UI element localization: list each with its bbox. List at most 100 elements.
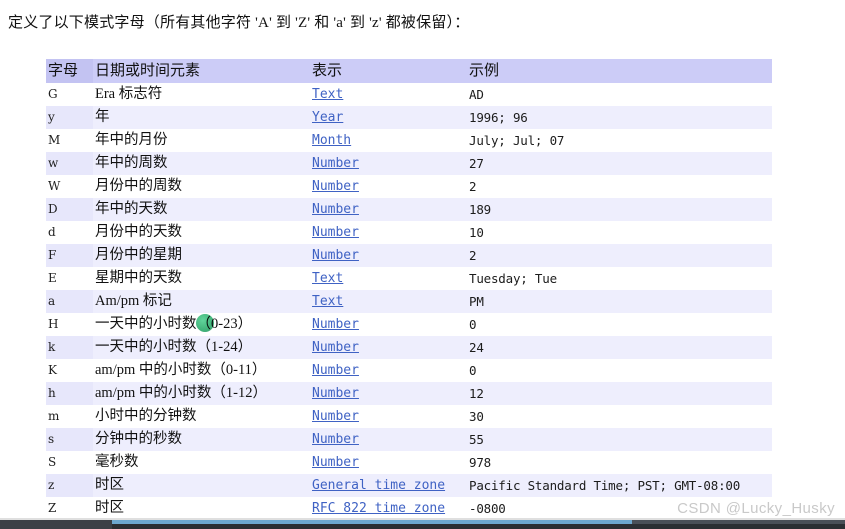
table-row: F 月份中的星期 Number 2 [46, 244, 772, 267]
presentation-link[interactable]: RFC 822 time zone [312, 501, 445, 516]
cell-element: am/pm 中的小时数（1-12） [93, 382, 310, 405]
table-row: y 年 Year 1996; 96 [46, 106, 772, 129]
table-row: E 星期中的天数 Text Tuesday; Tue [46, 267, 772, 290]
table-row: Kam/pm 中的小时数（0-11） Number 0 [46, 359, 772, 382]
presentation-link[interactable]: Text [312, 271, 343, 286]
cell-example: Pacific Standard Time; PST; GMT-08:00 [467, 474, 772, 497]
taskbar-segment [0, 520, 112, 529]
table-row: a Am/pm 标记 Text PM [46, 290, 772, 313]
cell-presentation: Text [310, 290, 467, 313]
cell-element: 星期中的天数 [95, 270, 182, 286]
cell-presentation: Month [310, 129, 467, 152]
cell-presentation: Number [310, 451, 467, 474]
cell-example: 189 [467, 198, 772, 221]
cell-presentation: Number [310, 313, 467, 336]
column-header-example: 示例 [467, 59, 772, 83]
cell-presentation: Number [310, 382, 467, 405]
presentation-link[interactable]: Number [312, 202, 359, 217]
column-header-presentation: 表示 [310, 59, 467, 83]
cell-element: 月份中的星期 [93, 244, 310, 267]
cell-presentation: Number [310, 244, 467, 267]
presentation-link[interactable]: Month [312, 133, 351, 148]
bottom-chrome-bar [0, 520, 845, 529]
cell-letter: F [46, 244, 93, 267]
column-header-letter: 字母 [46, 59, 93, 83]
cell-letter: H [48, 317, 59, 331]
table-row: Z 时区 RFC 822 time zone -0800 [46, 497, 772, 520]
cell-letter: G [48, 87, 58, 101]
cell-element: 年中的月份 [95, 132, 168, 148]
cell-element: 小时中的分钟数 [95, 408, 197, 424]
column-header-element: 日期或时间元素 [93, 59, 310, 83]
cell-example: PM [467, 290, 772, 313]
table-row: w 年中的周数 Number 27 [46, 152, 772, 175]
cell-element: 分钟中的秒数 [93, 428, 310, 451]
presentation-link[interactable]: Text [312, 87, 343, 102]
cell-presentation: Number [310, 405, 467, 428]
table-row: z 时区 General time zone Pacific Standard Tim… [46, 474, 772, 497]
table-row: D 年中的天数 Number 189 [46, 198, 772, 221]
cell-presentation: RFC 822 time zone [310, 497, 467, 520]
cell-element: Am/pm 标记 [93, 290, 310, 313]
presentation-link[interactable]: Number [312, 455, 359, 470]
horizontal-scroll-track[interactable] [632, 520, 845, 524]
horizontal-scroll-thumb[interactable] [112, 520, 632, 524]
presentation-link[interactable]: General time zone [312, 478, 445, 493]
table-row: k 一天中的小时数（1-24） Number 24 [46, 336, 772, 359]
cell-example: 12 [467, 382, 772, 405]
table-row: s 分钟中的秒数 Number 55 [46, 428, 772, 451]
cell-presentation: Text [310, 267, 467, 290]
cell-presentation: Year [310, 106, 467, 129]
presentation-link[interactable]: Number [312, 248, 359, 263]
cell-element: Era 标志符 [95, 86, 163, 102]
cell-presentation: General time zone [310, 474, 467, 497]
table-row: W 月份中的周数 Number 2 [46, 175, 772, 198]
cell-element: 年中的周数 [93, 152, 310, 175]
presentation-link[interactable]: Number [312, 317, 359, 332]
cell-example: July; Jul; 07 [469, 133, 565, 148]
cell-example: 55 [467, 428, 772, 451]
table-row: d 月份中的天数 Number 10 [46, 221, 772, 244]
presentation-link[interactable]: Text [312, 294, 343, 309]
table-header-row: 字母 日期或时间元素 表示 示例 [46, 59, 772, 83]
cell-letter: M [48, 133, 61, 147]
cell-letter: K [48, 363, 57, 377]
presentation-link[interactable]: Number [312, 225, 359, 240]
cell-presentation: Number [310, 175, 467, 198]
cell-element: 一天中的小时数（1-24） [93, 336, 310, 359]
presentation-link[interactable]: Number [312, 409, 359, 424]
presentation-link[interactable]: Number [312, 432, 359, 447]
cell-presentation: Number [310, 152, 467, 175]
cell-letter: h [46, 382, 93, 405]
cell-example: 978 [469, 455, 491, 470]
cell-letter: m [48, 409, 60, 423]
presentation-link[interactable]: Number [312, 179, 359, 194]
cell-letter: a [46, 290, 93, 313]
cell-letter: y [46, 106, 93, 129]
cell-element: 时区 [93, 474, 310, 497]
table-row: M 年中的月份 Month July; Jul; 07 [46, 129, 772, 152]
presentation-link[interactable]: Number [312, 156, 359, 171]
cell-example: Tuesday; Tue [469, 271, 557, 286]
cell-element: 年中的天数 [93, 198, 310, 221]
cell-presentation: Number [310, 198, 467, 221]
cell-example: 10 [469, 225, 484, 240]
cell-element: 一天中的小时数（0-23） [95, 316, 253, 332]
cell-letter: S [48, 455, 57, 469]
cell-element: 时区 [95, 500, 124, 516]
cell-example: 30 [469, 409, 484, 424]
cell-example: 24 [467, 336, 772, 359]
cell-example: 1996; 96 [467, 106, 772, 129]
cell-letter: E [48, 271, 57, 285]
cell-letter: D [46, 198, 93, 221]
table-row: h am/pm 中的小时数（1-12） Number 12 [46, 382, 772, 405]
presentation-link[interactable]: Number [312, 363, 359, 378]
cell-letter: k [46, 336, 93, 359]
cell-element: 月份中的天数 [95, 224, 182, 240]
presentation-link[interactable]: Number [312, 340, 359, 355]
presentation-link[interactable]: Year [312, 110, 343, 125]
presentation-link[interactable]: Number [312, 386, 359, 401]
cell-presentation: Text [310, 83, 467, 106]
table-row: S 毫秒数 Number 978 [46, 451, 772, 474]
cell-letter: w [46, 152, 93, 175]
